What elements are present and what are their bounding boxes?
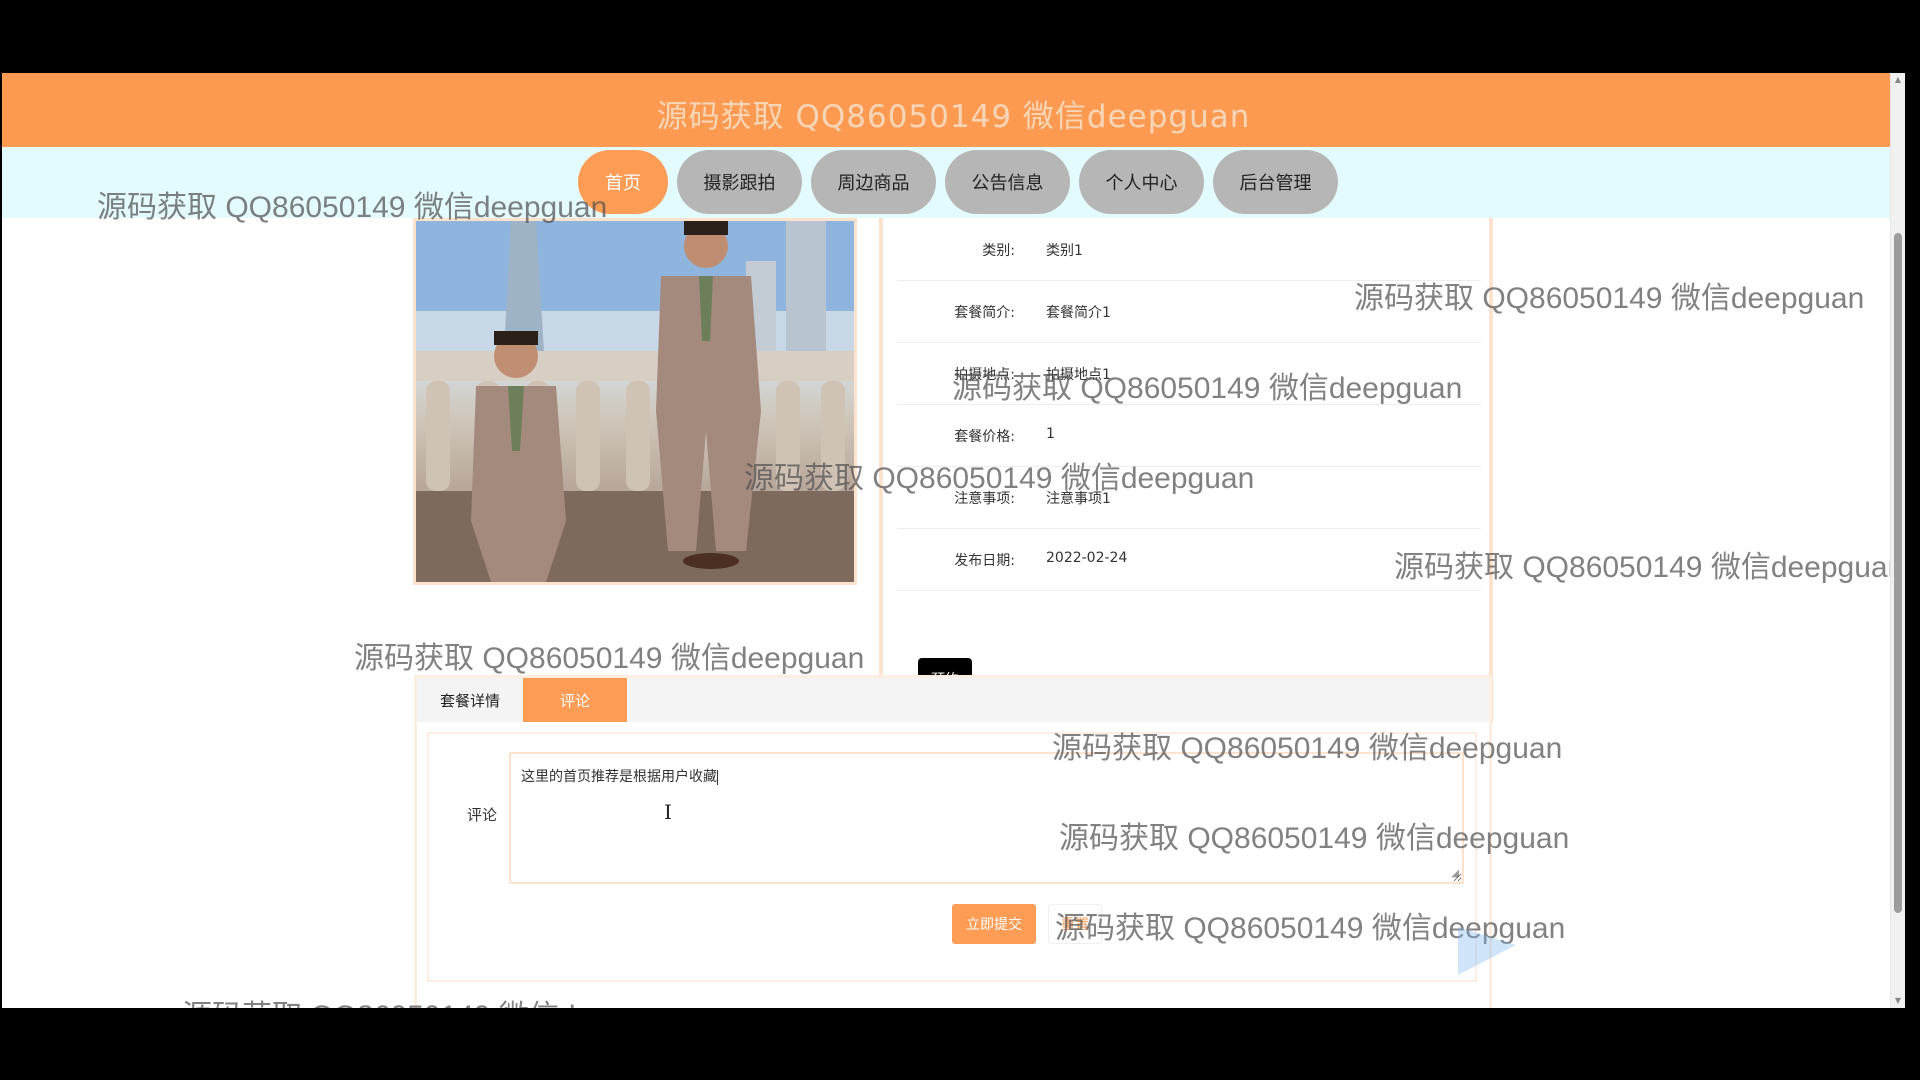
detail-label: 套餐简介:: [954, 305, 1015, 321]
site-header: 源码获取 QQ86050149 微信deepguan: [2, 73, 1905, 147]
detail-label: 发布日期:: [954, 553, 1015, 569]
nav-item-home[interactable]: 首页: [578, 150, 668, 214]
detail-row-location: 拍摄地点: 拍摄地点1: [897, 342, 1481, 405]
scrollbar-thumb[interactable]: [1894, 233, 1902, 913]
detail-value: 注意事项1: [1046, 491, 1111, 507]
detail-row-notes: 注意事项: 注意事项1: [897, 466, 1481, 529]
resize-grip-icon[interactable]: ◢: [1451, 869, 1459, 879]
comment-panel: 评论 这里的首页推荐是根据用户收藏 ◢ 立即提交 重置: [427, 732, 1477, 982]
browser-viewport: 源码获取 QQ86050149 微信deepguan 类别: 类别1 套餐简介:…: [2, 73, 1905, 1008]
comment-textarea[interactable]: 这里的首页推荐是根据用户收藏 ◢: [509, 752, 1464, 884]
scroll-down-icon[interactable]: ▼: [1891, 994, 1905, 1008]
watermark: 源码获取 QQ86050149 微信deepguan: [354, 642, 865, 675]
tab-comments[interactable]: 评论: [523, 678, 627, 722]
comment-label: 评论: [467, 806, 498, 824]
submit-button[interactable]: 立即提交: [952, 904, 1036, 944]
detail-value: 1: [1046, 426, 1055, 442]
detail-row-intro: 套餐简介: 套餐简介1: [897, 280, 1481, 343]
site-title: 源码获取 QQ86050149 微信deepguan: [656, 99, 1251, 135]
tab-bar: 套餐详情 评论: [417, 678, 1489, 722]
nav-item-announcements[interactable]: 公告信息: [945, 150, 1070, 214]
nav-item-user-center[interactable]: 个人中心: [1079, 150, 1204, 214]
detail-row-date: 发布日期: 2022-02-24: [897, 528, 1481, 591]
nav-item-merchandise[interactable]: 周边商品: [811, 150, 936, 214]
detail-label: 类别:: [982, 243, 1015, 259]
reset-button[interactable]: 重置: [1048, 904, 1102, 944]
detail-value: 2022-02-24: [1046, 550, 1128, 566]
nav-item-photography[interactable]: 摄影跟拍: [677, 150, 802, 214]
detail-value: 类别1: [1046, 243, 1083, 259]
package-details-card: 类别: 类别1 套餐简介: 套餐简介1 拍摄地点: 拍摄地点1 套餐价格: 1 …: [879, 218, 1493, 724]
logo-icon: [1452, 921, 1522, 985]
product-image: [413, 218, 857, 585]
scroll-up-icon[interactable]: ▲: [1891, 73, 1905, 87]
tabs-card: 套餐详情 评论 评论 这里的首页推荐是根据用户收藏 ◢ 立即提交 重置: [414, 675, 1492, 1008]
detail-value: 套餐简介1: [1046, 305, 1111, 321]
comment-text: 这里的首页推荐是根据用户收藏: [521, 769, 717, 785]
text-caret: [717, 769, 718, 785]
i-beam-cursor-icon: I: [664, 800, 672, 824]
vertical-scrollbar[interactable]: ▲ ▼: [1890, 73, 1905, 1008]
detail-row-category: 类别: 类别1: [897, 218, 1481, 281]
detail-value: 拍摄地点1: [1046, 367, 1111, 383]
nav-item-admin[interactable]: 后台管理: [1213, 150, 1338, 214]
tab-package-details[interactable]: 套餐详情: [417, 678, 523, 722]
nav-menu: 首页 摄影跟拍 周边商品 公告信息 个人中心 后台管理: [578, 150, 1338, 214]
detail-row-price: 套餐价格: 1: [897, 404, 1481, 467]
detail-label: 注意事项:: [954, 491, 1015, 507]
detail-label: 拍摄地点:: [954, 367, 1015, 383]
detail-label: 套餐价格:: [954, 429, 1015, 445]
